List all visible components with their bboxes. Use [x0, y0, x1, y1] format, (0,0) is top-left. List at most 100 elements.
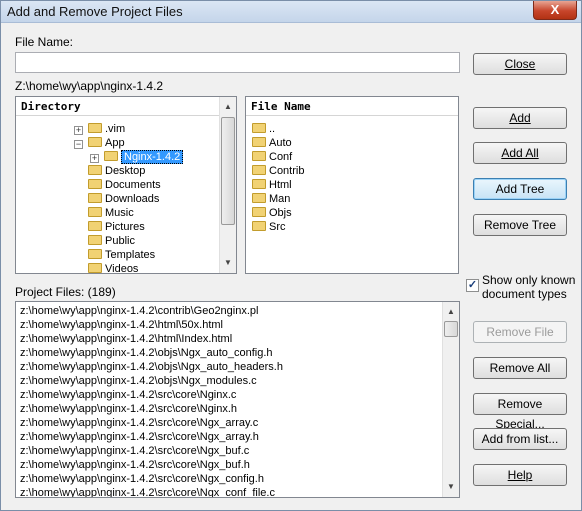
remove-all-button-label: Remove All [489, 361, 551, 375]
dialog-window: Add and Remove Project Files X File Name… [0, 0, 582, 511]
scroll-thumb[interactable] [221, 117, 235, 225]
file-list-panel[interactable]: File Name .. Auto Conf Contrib Html Man … [245, 96, 459, 274]
folder-up-icon [252, 123, 266, 134]
project-file-row[interactable]: z:\home\wy\app\nginx-1.4.2\src\core\Ngx_… [20, 487, 275, 497]
project-file-row[interactable]: z:\home\wy\app\nginx-1.4.2\objs\Ngx_auto… [20, 347, 273, 361]
project-file-row[interactable]: z:\home\wy\app\nginx-1.4.2\src\core\Ngx_… [20, 473, 264, 487]
file-item-label: Src [269, 221, 286, 233]
project-file-row[interactable]: z:\home\wy\app\nginx-1.4.2\src\core\Ngin… [20, 389, 236, 403]
remove-file-button[interactable]: Remove File [473, 321, 567, 343]
file-item-label: Man [269, 193, 291, 205]
remove-tree-button[interactable]: Remove Tree [473, 214, 567, 236]
add-tree-button[interactable]: Add Tree [473, 178, 567, 200]
tree-item-music[interactable]: Music [88, 207, 134, 221]
close-button[interactable]: Close [473, 53, 567, 75]
remove-special-button-label: Remove Special... [495, 397, 545, 431]
file-item-conf[interactable]: Conf [252, 151, 292, 165]
project-file-row[interactable]: z:\home\wy\app\nginx-1.4.2\html\Index.ht… [20, 333, 232, 347]
tree-item-pictures[interactable]: Pictures [88, 221, 145, 235]
folder-icon [88, 165, 102, 176]
tree-item-videos[interactable]: Videos [88, 263, 139, 274]
file-item-label: Objs [269, 207, 292, 219]
show-known-label-2: document types [482, 287, 567, 301]
project-file-row[interactable]: z:\home\wy\app\nginx-1.4.2\src\core\Ngin… [20, 403, 237, 417]
file-item-label: Conf [269, 151, 293, 163]
show-known-checkbox[interactable]: ✓ [466, 279, 479, 292]
add-from-list-button[interactable]: Add from list... [473, 428, 567, 450]
folder-icon [88, 179, 102, 190]
folder-icon [252, 179, 266, 190]
expand-vim-icon[interactable]: + [74, 126, 83, 135]
add-all-button[interactable]: Add All [473, 142, 567, 164]
file-item-man[interactable]: Man [252, 193, 290, 207]
scroll-down-icon[interactable]: ▼ [443, 479, 459, 495]
add-all-button-label: Add All [501, 146, 539, 160]
tree-item-app[interactable]: App [88, 137, 125, 151]
project-files-list[interactable]: z:\home\wy\app\nginx-1.4.2\contrib\Geo2n… [15, 301, 460, 498]
show-known-label-1: Show only known [482, 273, 576, 287]
file-item-objs[interactable]: Objs [252, 207, 292, 221]
folder-icon [88, 263, 102, 273]
folder-icon [88, 137, 102, 148]
add-button[interactable]: Add [473, 107, 567, 129]
folder-icon [88, 235, 102, 246]
tree-item-label: Downloads [105, 193, 160, 205]
tree-item-vim[interactable]: .vim [88, 123, 125, 137]
expand-nginx-icon[interactable]: + [90, 154, 99, 163]
remove-special-button[interactable]: Remove Special... [473, 393, 567, 431]
tree-item-label: App [105, 137, 125, 149]
directory-scrollbar[interactable]: ▲ ▼ [219, 97, 236, 273]
folder-icon [252, 193, 266, 204]
file-item-auto[interactable]: Auto [252, 137, 292, 151]
tree-item-label: .vim [105, 123, 126, 135]
folder-icon [252, 165, 266, 176]
tree-item-label: Videos [105, 263, 139, 274]
scroll-up-icon[interactable]: ▲ [443, 304, 459, 320]
tree-item-downloads[interactable]: Downloads [88, 193, 159, 207]
project-file-row[interactable]: z:\home\wy\app\nginx-1.4.2\contrib\Geo2n… [20, 305, 258, 319]
project-file-row[interactable]: z:\home\wy\app\nginx-1.4.2\src\core\Ngx_… [20, 417, 258, 431]
file-name-input[interactable] [15, 52, 460, 73]
project-file-row[interactable]: z:\home\wy\app\nginx-1.4.2\src\core\Ngx_… [20, 445, 249, 459]
tree-item-public[interactable]: Public [88, 235, 135, 249]
folder-icon [88, 249, 102, 260]
tree-item-label-selected: Nginx-1.4.2 [121, 150, 184, 164]
folder-icon [252, 137, 266, 148]
tree-item-label: Music [105, 207, 134, 219]
tree-item-label: Templates [105, 249, 156, 261]
scroll-up-icon[interactable]: ▲ [220, 99, 236, 115]
project-files-scrollbar[interactable]: ▲ ▼ [442, 302, 459, 497]
help-button[interactable]: Help [473, 464, 567, 486]
remove-tree-button-label: Remove Tree [483, 218, 557, 232]
file-list-header: File Name [246, 97, 458, 116]
tree-item-label: Public [105, 235, 135, 247]
project-file-row[interactable]: z:\home\wy\app\nginx-1.4.2\src\core\Ngx_… [20, 431, 259, 445]
file-item-label: Contrib [269, 165, 305, 177]
window-title: Add and Remove Project Files [7, 4, 183, 19]
project-file-row[interactable]: z:\home\wy\app\nginx-1.4.2\src\core\Ngx_… [20, 459, 250, 473]
scroll-down-icon[interactable]: ▼ [220, 255, 236, 271]
folder-icon [104, 151, 118, 162]
tree-item-desktop[interactable]: Desktop [88, 165, 145, 179]
directory-panel[interactable]: Directory + .vim − App + Nginx-1.4.2 Des… [15, 96, 237, 274]
tree-item-label: Documents [105, 179, 161, 191]
window-close-icon[interactable]: X [533, 1, 577, 20]
file-item-label: Html [269, 179, 292, 191]
tree-item-nginx[interactable]: Nginx-1.4.2 [104, 150, 184, 165]
tree-item-documents[interactable]: Documents [88, 179, 161, 193]
project-file-row[interactable]: z:\home\wy\app\nginx-1.4.2\html\50x.html [20, 319, 223, 333]
file-item-contrib[interactable]: Contrib [252, 165, 304, 179]
add-from-list-button-label: Add from list... [481, 432, 559, 446]
file-item-label: .. [269, 123, 276, 135]
remove-all-button[interactable]: Remove All [473, 357, 567, 379]
project-file-row[interactable]: z:\home\wy\app\nginx-1.4.2\objs\Ngx_auto… [20, 361, 283, 375]
project-file-row[interactable]: z:\home\wy\app\nginx-1.4.2\objs\Ngx_modu… [20, 375, 257, 389]
folder-icon [88, 221, 102, 232]
scroll-thumb[interactable] [444, 321, 458, 337]
file-item-html[interactable]: Html [252, 179, 292, 193]
tree-item-templates[interactable]: Templates [88, 249, 155, 263]
file-item-src[interactable]: Src [252, 221, 286, 235]
folder-icon [88, 123, 102, 134]
file-item-parent[interactable]: .. [252, 123, 275, 137]
collapse-app-icon[interactable]: − [74, 140, 83, 149]
